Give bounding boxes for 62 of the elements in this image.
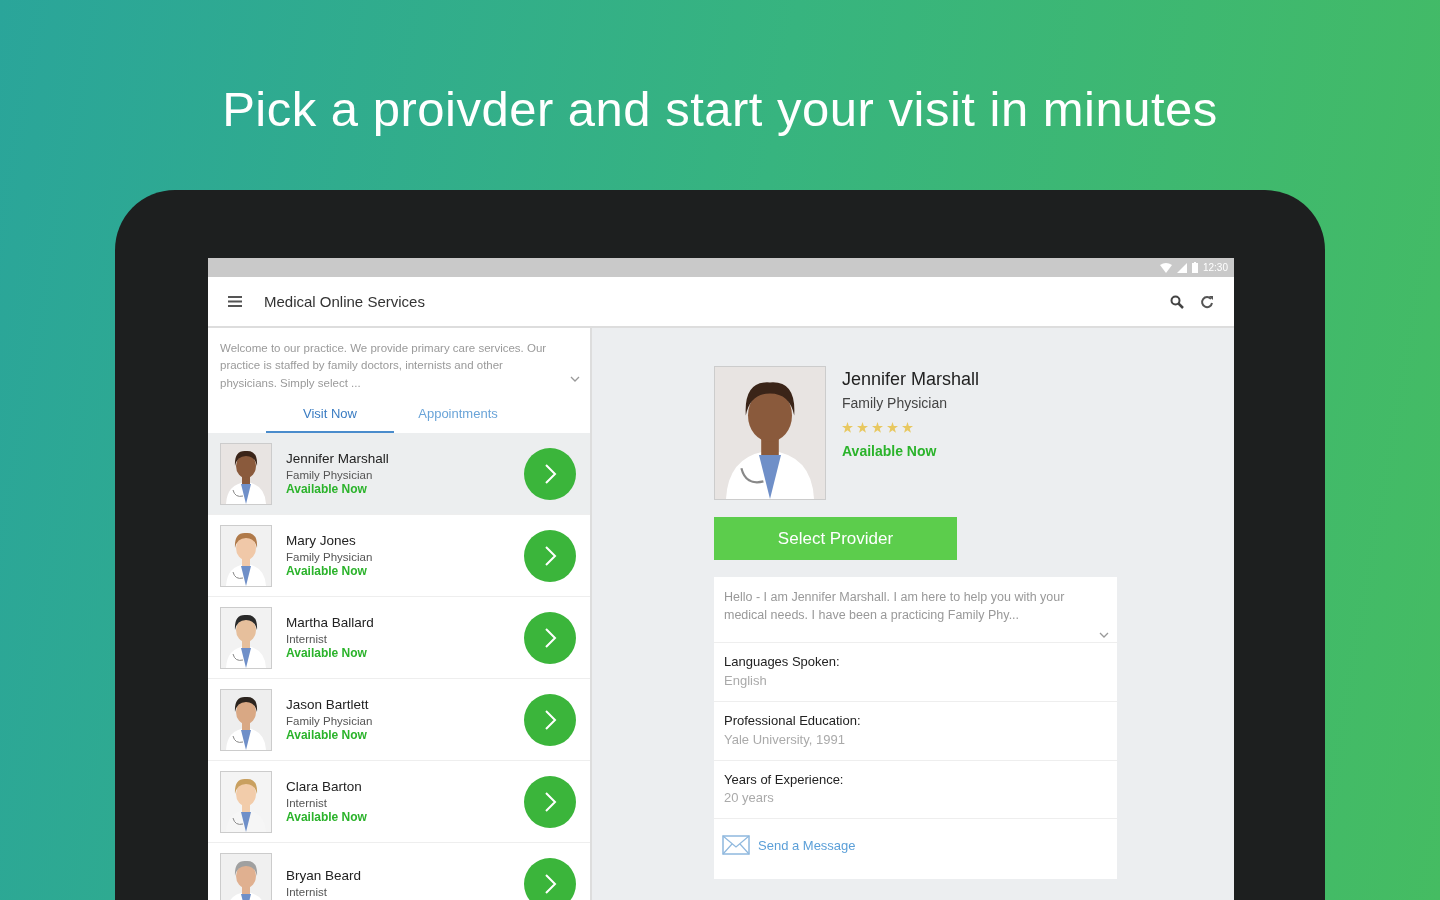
go-button[interactable] <box>524 775 576 828</box>
provider-specialty: Family Physician <box>286 713 374 729</box>
star-icon <box>842 422 853 434</box>
fact-value: 20 years <box>724 789 775 808</box>
menu-icon[interactable] <box>228 296 242 308</box>
provider-specialty: Internist <box>286 795 328 811</box>
provider-name: Jennifer Marshall <box>286 450 390 468</box>
fact-label: Languages Spoken: <box>724 653 841 672</box>
provider-name: Jennifer Marshall <box>842 368 980 392</box>
star-icon <box>887 422 898 434</box>
search-icon[interactable] <box>1170 294 1184 309</box>
intro-text: Welcome to our practice. We provide primary care services. Our practice is staffed by family doctors, internists and other physicians. Simply select ... <box>220 341 548 391</box>
fact-value: English <box>724 672 768 691</box>
provider-row[interactable]: Martha Ballard Internist Available Now <box>208 597 590 680</box>
availability-status: Available Now <box>286 810 368 826</box>
fact-label: Years of Experience: <box>724 770 845 789</box>
provider-name: Clara Barton <box>286 778 363 796</box>
availability-status: Available Now <box>842 442 938 462</box>
availability-status: Available Now <box>286 482 368 498</box>
provider-specialty: Internist <box>286 885 328 900</box>
star-icon <box>857 422 868 434</box>
provider-row[interactable]: Bryan Beard Internist <box>208 843 590 900</box>
provider-row[interactable]: Clara Barton Internist Available Now <box>208 761 590 844</box>
provider-name: Jason Bartlett <box>286 696 370 714</box>
provider-row[interactable]: Jennifer Marshall Family Physician Available Now <box>208 433 590 516</box>
bio-text: Hello - I am Jennifer Marshall. I am here to help you with your medical needs. I have been a practicing Family Phy... <box>724 589 1066 624</box>
star-icon <box>902 422 913 434</box>
provider-row[interactable]: Mary Jones Family Physician Available Now <box>208 515 590 598</box>
chevron-right-icon <box>542 708 558 731</box>
provider-specialty: Family Physician <box>286 467 374 483</box>
battery-icon <box>1191 262 1198 274</box>
headline: Pick a proivder and start your visit in minutes <box>221 81 1219 138</box>
provider-name: Mary Jones <box>286 532 357 550</box>
go-button[interactable] <box>524 529 576 582</box>
app-title: Medical Online Services <box>264 291 425 312</box>
provider-specialty: Family Physician <box>842 394 949 414</box>
envelope-icon <box>722 835 750 856</box>
provider-specialty: Internist <box>286 631 328 647</box>
availability-status: Available Now <box>286 728 368 744</box>
go-button[interactable] <box>524 857 576 900</box>
availability-status: Available Now <box>286 646 368 662</box>
chevron-right-icon <box>542 872 558 895</box>
fact-value: Yale University, 1991 <box>724 730 846 749</box>
refresh-icon[interactable] <box>1200 294 1214 309</box>
chevron-right-icon <box>542 462 558 485</box>
signal-icon <box>1176 262 1187 273</box>
availability-status: Available Now <box>286 564 368 580</box>
provider-name: Bryan Beard <box>286 868 363 886</box>
chevron-down-icon[interactable] <box>570 376 580 383</box>
provider-specialty: Family Physician <box>286 549 374 565</box>
chevron-right-icon <box>542 626 558 649</box>
go-button[interactable] <box>524 693 576 746</box>
provider-name: Martha Ballard <box>286 614 375 632</box>
go-button[interactable] <box>524 611 576 664</box>
fact-label: Professional Education: <box>724 711 862 730</box>
chevron-right-icon <box>542 544 558 567</box>
wifi-icon <box>1159 262 1172 273</box>
chevron-right-icon <box>542 790 558 813</box>
go-button[interactable] <box>524 447 576 500</box>
provider-row[interactable]: Jason Bartlett Family Physician Available Now <box>208 679 590 762</box>
chevron-down-icon[interactable] <box>1099 632 1109 639</box>
star-icon <box>872 422 883 434</box>
